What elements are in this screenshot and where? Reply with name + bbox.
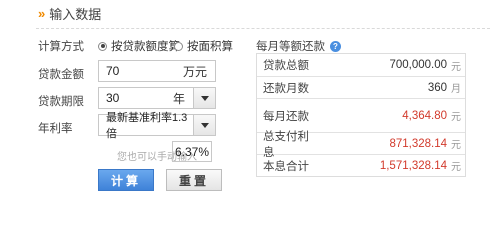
radio-by-amount-label: 按贷款额度算 bbox=[111, 41, 180, 53]
result-unit: 元 bbox=[451, 162, 461, 173]
result-value: 1,571,328.14 bbox=[379, 159, 447, 172]
loan-term-label: 贷款期限 bbox=[38, 96, 84, 108]
rate-select[interactable]: 最新基准利率1.3倍 bbox=[98, 112, 216, 140]
header-divider bbox=[36, 28, 490, 29]
result-label: 贷款总额 bbox=[263, 60, 309, 72]
result-label: 本息合计 bbox=[263, 160, 309, 173]
result-unit: 月 bbox=[451, 84, 461, 95]
results-table: 贷款总额 700,000.00 元 还款月数 360 月 每月还款 4,364.… bbox=[256, 53, 466, 177]
loan-amount-input[interactable]: 70 万元 bbox=[98, 60, 216, 82]
result-unit: 元 bbox=[451, 140, 461, 151]
radio-unchecked-icon[interactable] bbox=[174, 41, 183, 51]
results-title: 每月等额还款 ? bbox=[256, 38, 341, 54]
rate-dropdown-button[interactable] bbox=[193, 115, 215, 135]
radio-by-amount[interactable]: 按贷款额度算 bbox=[98, 38, 180, 54]
rate-label: 年利率 bbox=[38, 123, 73, 135]
manual-rate-input[interactable]: 6.37% bbox=[172, 141, 212, 162]
loan-amount-value: 70 bbox=[106, 64, 120, 78]
result-row-total-interest: 总支付利息 871,328.14 元 bbox=[257, 131, 465, 159]
result-value: 4,364.80 bbox=[402, 109, 447, 122]
loan-term-dropdown-button[interactable] bbox=[193, 88, 215, 108]
result-value: 700,000.00 bbox=[389, 59, 447, 71]
result-row-total-loan: 贷款总额 700,000.00 元 bbox=[257, 54, 465, 76]
loan-amount-unit: 万元 bbox=[182, 64, 207, 79]
chevron-down-icon bbox=[200, 122, 209, 128]
result-value: 360 bbox=[427, 81, 447, 94]
double-chevron-icon: » bbox=[38, 5, 45, 21]
loan-term-value: 30 bbox=[106, 91, 120, 105]
result-unit: 元 bbox=[451, 61, 461, 73]
radio-checked-icon[interactable] bbox=[98, 41, 107, 51]
result-label: 总支付利息 bbox=[263, 130, 309, 159]
result-unit: 元 bbox=[451, 112, 461, 123]
section-header: » 输入数据 bbox=[38, 4, 101, 22]
radio-by-area-label: 按面积算 bbox=[187, 41, 233, 53]
result-label: 每月还款 bbox=[263, 110, 309, 123]
rate-select-value: 最新基准利率1.3倍 bbox=[106, 112, 188, 140]
reset-button[interactable]: 重置 bbox=[166, 169, 222, 191]
result-value: 871,328.14 bbox=[389, 137, 447, 150]
result-label: 还款月数 bbox=[263, 82, 309, 95]
loan-amount-label: 贷款金额 bbox=[38, 69, 84, 81]
radio-by-area[interactable]: 按面积算 bbox=[174, 38, 233, 54]
calculate-button[interactable]: 计算 bbox=[98, 169, 154, 191]
calc-method-label: 计算方式 bbox=[38, 41, 84, 53]
loan-term-select[interactable]: 30 年 bbox=[98, 87, 216, 109]
help-icon[interactable]: ? bbox=[330, 40, 341, 52]
header-title: 输入数据 bbox=[49, 6, 102, 22]
result-row-months: 还款月数 360 月 bbox=[257, 76, 465, 98]
results-title-text: 每月等额还款 bbox=[256, 41, 325, 53]
chevron-down-icon bbox=[200, 95, 209, 101]
loan-term-unit: 年 bbox=[172, 91, 185, 106]
result-row-total: 本息合计 1,571,328.14 元 bbox=[257, 154, 465, 176]
